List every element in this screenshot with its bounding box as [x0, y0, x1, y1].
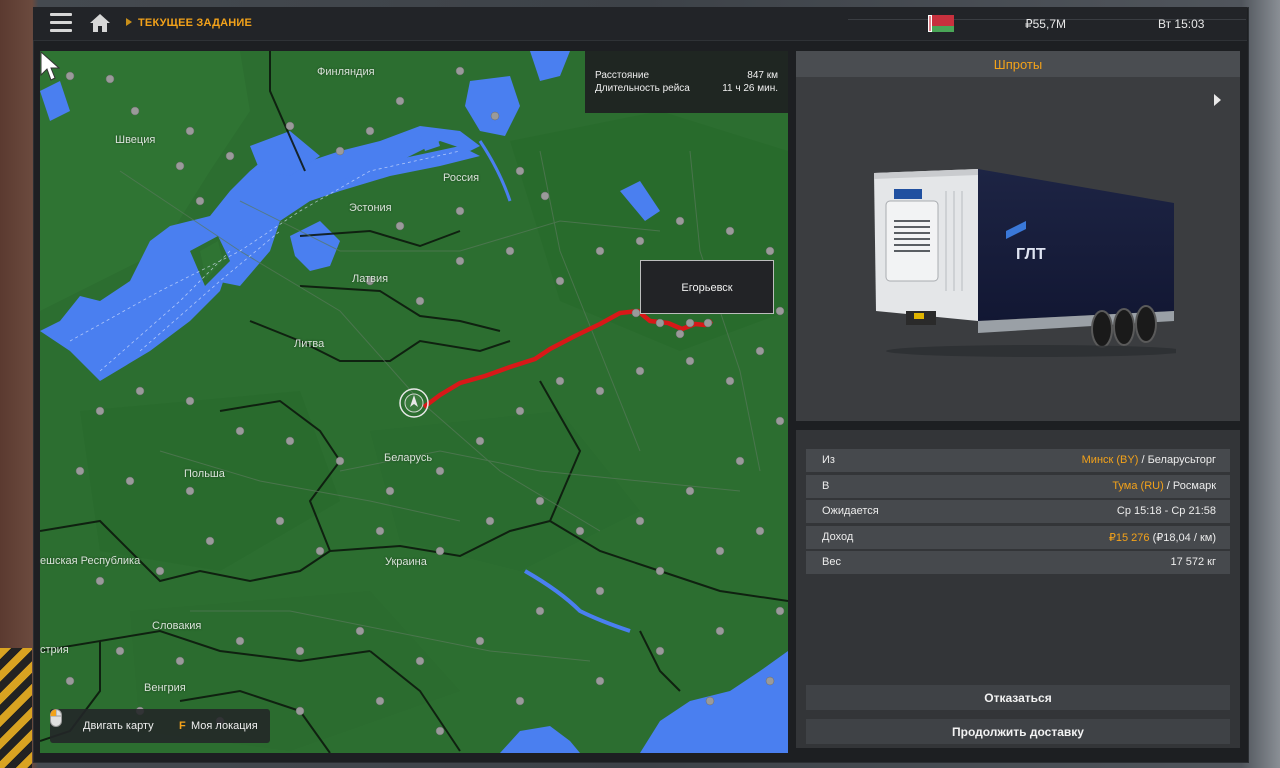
map-label-czech: ешская Республика: [40, 555, 141, 567]
breadcrumb: ТЕКУЩЕЕ ЗАДАНИЕ: [138, 17, 253, 29]
income-rate: (₽18,04 / км): [1149, 532, 1216, 544]
location-key: F: [179, 720, 186, 732]
home-icon[interactable]: [89, 12, 111, 34]
game-clock: Вт 15:03: [1158, 17, 1205, 31]
from-city: Минск (BY): [1081, 454, 1139, 466]
to-value: Тума (RU) / Росмарк: [1112, 480, 1216, 492]
map-label-austria: стрия: [40, 644, 69, 656]
cargo-title-bar: Шпроты: [796, 51, 1240, 77]
to-city: Тума (RU): [1112, 480, 1164, 492]
continue-delivery-button[interactable]: Продолжить доставку: [806, 719, 1230, 744]
cargo-preview-panel: Шпроты ГЛТ: [796, 51, 1240, 421]
duration-label: Длительность рейса: [595, 83, 690, 94]
to-label: В: [822, 480, 830, 492]
background-hazard-stripes: [0, 648, 32, 768]
decline-button-label: Отказаться: [984, 691, 1052, 705]
expected-value: Ср 15:18 - Ср 21:58: [1116, 505, 1216, 517]
map-controls-hint: Двигать карту F Моя локация: [50, 709, 270, 743]
city-tooltip: Егорьевск: [640, 260, 774, 314]
menu-icon[interactable]: [50, 13, 72, 32]
map-label-belarus: Беларусь: [384, 452, 433, 464]
duration-value: 11 ч 26 мин.: [722, 83, 778, 94]
detail-row-expected: Ожидается Ср 15:18 - Ср 21:58: [806, 500, 1230, 523]
map-label-poland: Польша: [184, 468, 225, 480]
map-label-russia: Россия: [443, 172, 480, 184]
map-label-estonia: Эстония: [349, 202, 392, 214]
mouse-icon: [50, 709, 62, 727]
detail-row-to: В Тума (RU) / Росмарк: [806, 475, 1230, 498]
map-label-sweden: Швеция: [115, 134, 156, 146]
trailer-image: ГЛТ: [874, 169, 1176, 357]
map-label-latvia: Латвия: [352, 273, 389, 285]
trailer-logo-text: ГЛТ: [1016, 246, 1046, 263]
map-label-ukraine: Украина: [385, 556, 427, 568]
weight-label: Вес: [822, 556, 841, 568]
detail-row-weight: Вес 17 572 кг: [806, 551, 1230, 574]
income-value: ₽15 276 (₽18,04 / км): [1109, 531, 1216, 544]
to-company: / Росмарк: [1163, 480, 1216, 492]
my-location-label[interactable]: Моя локация: [191, 720, 258, 732]
route-map[interactable]: Финляндия Швеция Россия Эстония Латвия Л…: [40, 51, 788, 753]
map-label-slovakia: Словакия: [152, 620, 202, 632]
decline-button[interactable]: Отказаться: [806, 685, 1230, 710]
move-map-label: Двигать карту: [83, 720, 154, 732]
belarus-flag-icon: [928, 15, 954, 32]
detail-row-income: Доход ₽15 276 (₽18,04 / км): [806, 526, 1230, 549]
map-label-hungary: Венгрия: [144, 682, 186, 694]
distance-value: 847 км: [747, 70, 778, 81]
from-value: Минск (BY) / Беларусьторг: [1082, 454, 1216, 466]
income-label: Доход: [822, 531, 854, 543]
job-details-panel: Из Минск (BY) / Беларусьторг В Тума (RU)…: [796, 430, 1240, 748]
expected-label: Ожидается: [822, 505, 879, 517]
map-label-finland: Финляндия: [317, 66, 375, 78]
from-label: Из: [822, 454, 835, 466]
from-company: / Беларусьторг: [1138, 454, 1216, 466]
continue-delivery-label: Продолжить доставку: [952, 725, 1084, 739]
cargo-name: Шпроты: [993, 57, 1043, 72]
map-label-lithuania: Литва: [294, 338, 325, 350]
city-tooltip-name: Егорьевск: [681, 282, 733, 294]
breadcrumb-arrow-icon: [126, 18, 132, 26]
map-canvas: [40, 51, 788, 753]
detail-row-from: Из Минск (BY) / Беларусьторг: [806, 449, 1230, 472]
income-amount: ₽15 276: [1108, 532, 1150, 544]
distance-label: Расстояние: [595, 70, 650, 81]
route-info-panel: Расстояние 847 км Длительность рейса 11 …: [585, 51, 788, 113]
money-balance: ₽55,7M: [1025, 17, 1066, 31]
weight-value: 17 572 кг: [1170, 556, 1216, 568]
mouse-cursor-icon: [40, 51, 60, 81]
next-trailer-arrow-icon[interactable]: [1214, 94, 1221, 106]
